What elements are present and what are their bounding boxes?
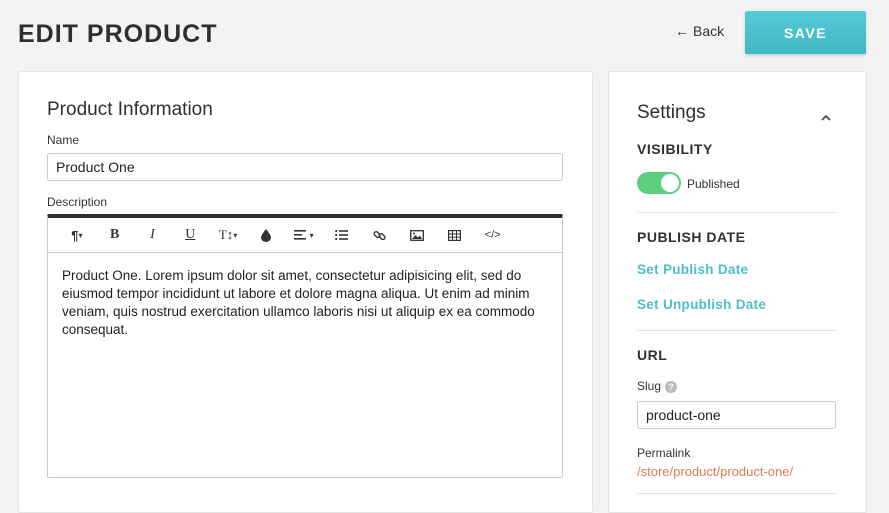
back-label: Back	[693, 23, 725, 39]
description-editor[interactable]: ¶ ▾ B I U T↕ ▾ ▾ </> Product One. Lorem …	[47, 214, 563, 478]
help-icon[interactable]: ?	[665, 380, 678, 393]
slug-input[interactable]	[637, 401, 836, 429]
visibility-state-label: Published	[687, 177, 740, 191]
name-input[interactable]	[47, 153, 563, 181]
image-icon[interactable]	[398, 218, 436, 252]
bold-icon[interactable]: B	[96, 218, 134, 252]
page-title: EDIT PRODUCT	[18, 20, 218, 48]
settings-title: Settings	[637, 102, 706, 123]
divider	[637, 330, 837, 331]
permalink-label: Permalink	[637, 446, 691, 460]
name-label: Name	[47, 133, 80, 147]
align-icon[interactable]: ▾	[285, 218, 323, 252]
underline-icon[interactable]: U	[171, 218, 209, 252]
list-icon[interactable]	[323, 218, 361, 252]
italic-icon[interactable]: I	[134, 218, 172, 252]
slug-label: Slug?	[637, 379, 678, 393]
text-color-icon[interactable]	[247, 218, 285, 252]
back-link[interactable]: ← Back	[675, 23, 724, 39]
set-unpublish-date-link[interactable]: Set Unpublish Date	[637, 297, 766, 312]
link-icon[interactable]	[360, 218, 398, 252]
permalink-link[interactable]: /store/product/product-one/	[637, 464, 793, 479]
description-text[interactable]: Product One. Lorem ipsum dolor sit amet,…	[48, 253, 562, 353]
settings-card: Settings VISIBILITY Published PUBLISH DA…	[608, 71, 867, 513]
set-publish-date-link[interactable]: Set Publish Date	[637, 262, 748, 277]
code-view-icon[interactable]: </>	[474, 218, 512, 252]
paragraph-format-icon[interactable]: ¶ ▾	[58, 218, 96, 252]
visibility-heading: VISIBILITY	[637, 141, 713, 157]
arrow-left-icon: ←	[675, 23, 689, 39]
visibility-toggle[interactable]	[637, 172, 681, 194]
editor-toolbar: ¶ ▾ B I U T↕ ▾ ▾ </>	[48, 218, 562, 253]
font-size-icon[interactable]: T↕ ▾	[209, 218, 247, 252]
publish-date-heading: PUBLISH DATE	[637, 229, 746, 245]
divider	[637, 212, 837, 213]
save-button[interactable]: SAVE	[745, 11, 866, 54]
toggle-knob	[661, 174, 679, 192]
url-heading: URL	[637, 347, 668, 363]
chevron-up-icon[interactable]	[821, 110, 831, 124]
description-label: Description	[47, 195, 108, 209]
product-information-card: Product Information Name Description ¶▾ …	[18, 71, 593, 513]
product-information-title: Product Information	[47, 99, 213, 120]
table-icon[interactable]	[436, 218, 474, 252]
